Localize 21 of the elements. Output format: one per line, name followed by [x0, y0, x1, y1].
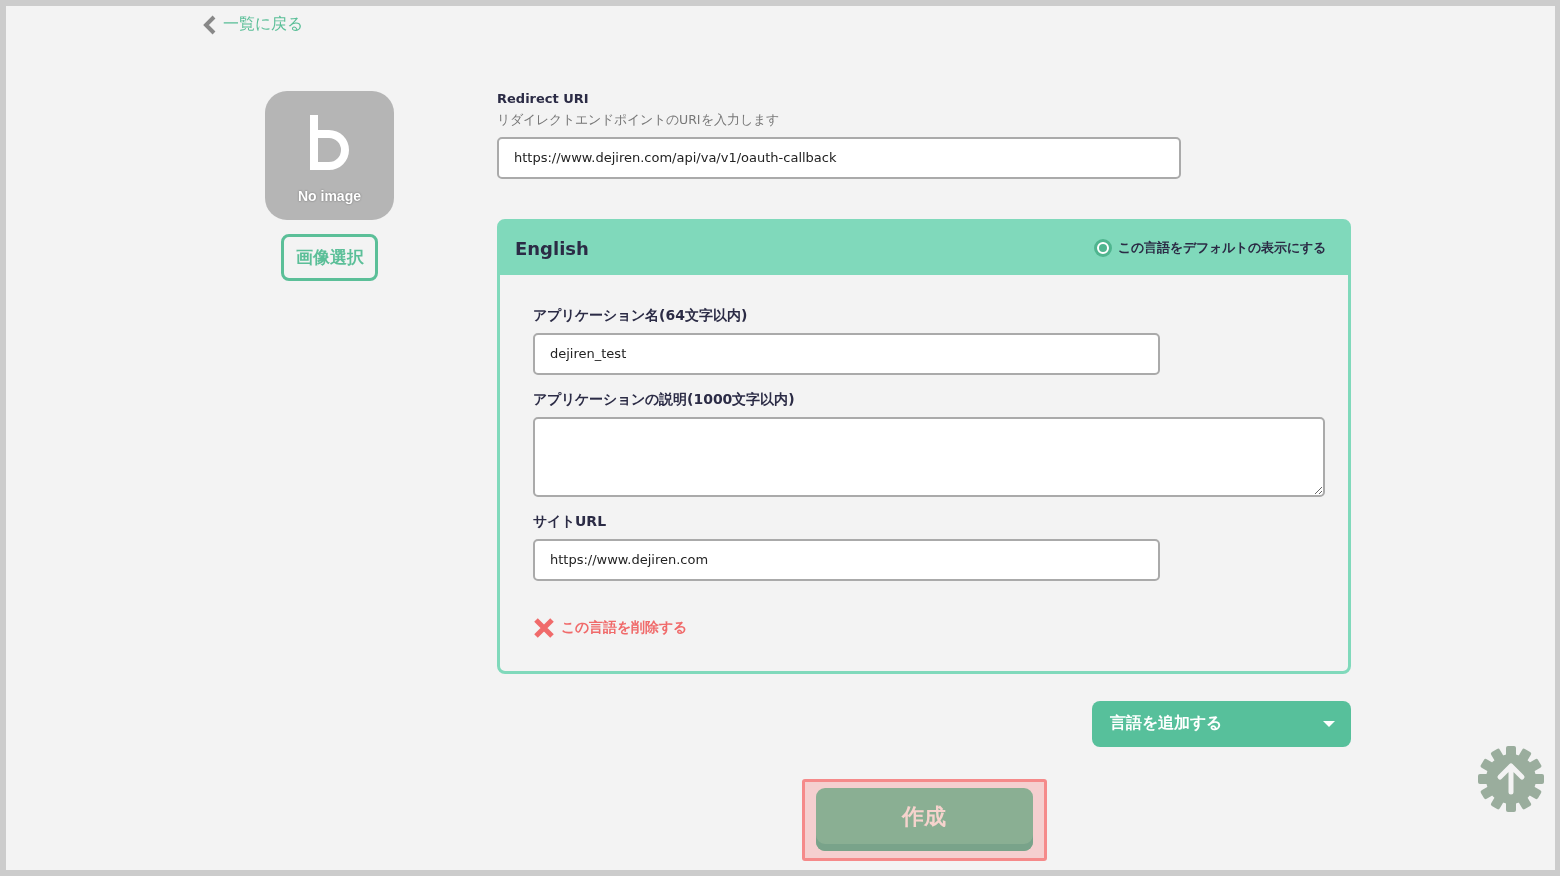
cross-icon	[533, 616, 555, 639]
language-title: English	[515, 237, 589, 259]
no-image-caption: No image	[298, 188, 361, 204]
scroll-to-top-icon[interactable]	[1478, 746, 1544, 812]
add-language-button[interactable]: 言語を追加する	[1092, 700, 1351, 747]
caret-icon	[1323, 719, 1335, 728]
field-label: アプリケーションの説明(1000文字以内)	[533, 390, 796, 409]
back-link[interactable]: 一覧に戻る	[203, 14, 303, 35]
default-language-radio[interactable]: この言語をデフォルトの表示にする	[1094, 239, 1326, 257]
select-image-button[interactable]: 画像選択	[281, 233, 378, 281]
redirect-uri-field[interactable]: https://www.dejiren.com/api/va/v1/oauth-callback	[497, 136, 1181, 179]
field-label: アプリケーション名(64文字以内)	[533, 306, 749, 325]
field-label: サイトURL	[533, 512, 608, 531]
text-field[interactable]: https://www.dejiren.com	[533, 538, 1160, 581]
create-button[interactable]: 作成	[815, 788, 1033, 851]
delete-language-link[interactable]: この言語を削除する	[533, 616, 687, 639]
chevron-left-icon	[203, 14, 217, 35]
field-label: Redirect URI	[497, 90, 590, 106]
field-hint: リダイレクトエンドポイントのURIを入力します	[497, 111, 780, 129]
description-field[interactable]	[533, 416, 1325, 497]
text-field[interactable]: dejiren_test	[533, 332, 1160, 375]
